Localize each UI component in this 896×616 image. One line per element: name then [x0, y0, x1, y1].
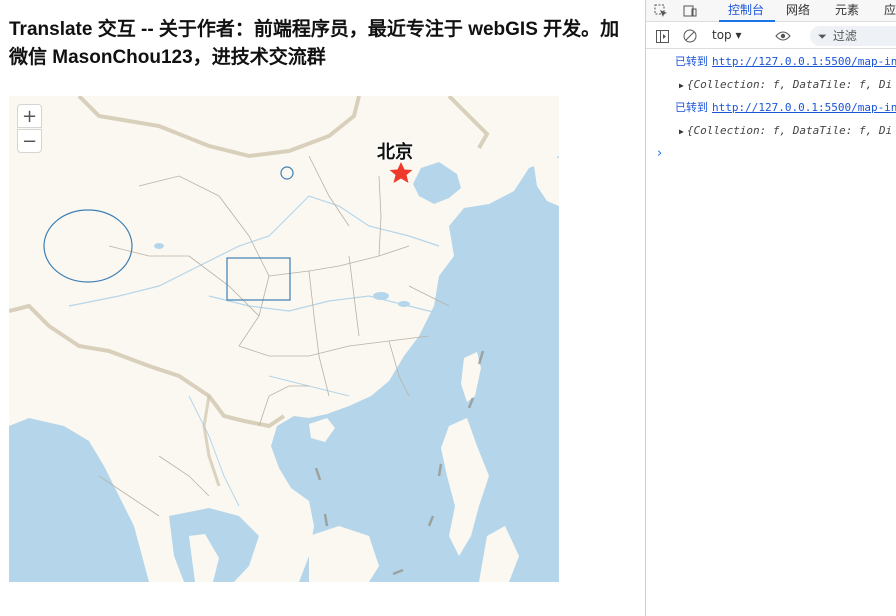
inspect-icon[interactable] [652, 2, 670, 20]
page: Translate 交互 -- 关于作者：前端程序员，最近专注于 webGIS … [0, 0, 896, 616]
tab-application[interactable]: 应 [884, 2, 896, 19]
log-object[interactable]: ▶ {Collection: f, DataTile: f, Di [646, 73, 896, 96]
devtools-tabbar: 控制台 网络 元素 应 [646, 0, 896, 22]
city-label: 北京 [377, 142, 413, 163]
expand-caret-icon[interactable]: ▶ [679, 120, 684, 142]
device-toolbar-icon[interactable] [681, 2, 699, 20]
filter-placeholder: 过滤 [832, 29, 857, 43]
log-text: 已转到 [675, 101, 708, 114]
console-prompt[interactable]: › [657, 146, 662, 161]
console-toolbar: top ▾ ⏷ 过滤 [646, 23, 896, 49]
map-canvas[interactable] [9, 96, 559, 582]
log-navigation: 已转到 http://127.0.0.1:5500/map-in [646, 50, 896, 73]
zoom-in-button[interactable]: + [17, 104, 42, 128]
tab-console[interactable]: 控制台 [728, 2, 764, 19]
devtools-panel: 控制台 网络 元素 应 top ▾ ⏷ 过滤 已转到 http://127.0.0.… [645, 0, 896, 616]
filter-icon: ⏷ [818, 30, 827, 43]
log-link[interactable]: http://127.0.0.1:5500/map-in [712, 55, 896, 68]
log-object[interactable]: ▶ {Collection: f, DataTile: f, Di [646, 119, 896, 142]
context-select[interactable]: top ▾ [712, 28, 742, 42]
log-link[interactable]: http://127.0.0.1:5500/map-in [712, 101, 896, 114]
active-tab-indicator [719, 20, 775, 22]
tab-network[interactable]: 网络 [786, 2, 810, 19]
tab-elements[interactable]: 元素 [835, 2, 859, 19]
clear-console-icon[interactable] [681, 27, 699, 45]
filter-input[interactable]: ⏷ 过滤 [810, 26, 896, 46]
log-text: 已转到 [675, 55, 708, 68]
log-text: {Collection: f, DataTile: f, Di [686, 78, 893, 91]
expand-caret-icon[interactable]: ▶ [679, 74, 684, 96]
sidebar-toggle-icon[interactable] [653, 27, 671, 45]
eye-icon[interactable] [774, 27, 792, 45]
log-navigation: 已转到 http://127.0.0.1:5500/map-in [646, 96, 896, 119]
page-title: Translate 交互 -- 关于作者：前端程序员，最近专注于 webGIS … [9, 19, 620, 68]
main-content: Translate 交互 -- 关于作者：前端程序员，最近专注于 webGIS … [0, 0, 645, 616]
zoom-out-button[interactable]: − [17, 129, 42, 153]
log-text: {Collection: f, DataTile: f, Di [686, 124, 893, 137]
console-output: 已转到 http://127.0.0.1:5500/map-in ▶ {Collec… [646, 50, 896, 142]
map-viewport[interactable]: 北京 + − [9, 96, 559, 582]
